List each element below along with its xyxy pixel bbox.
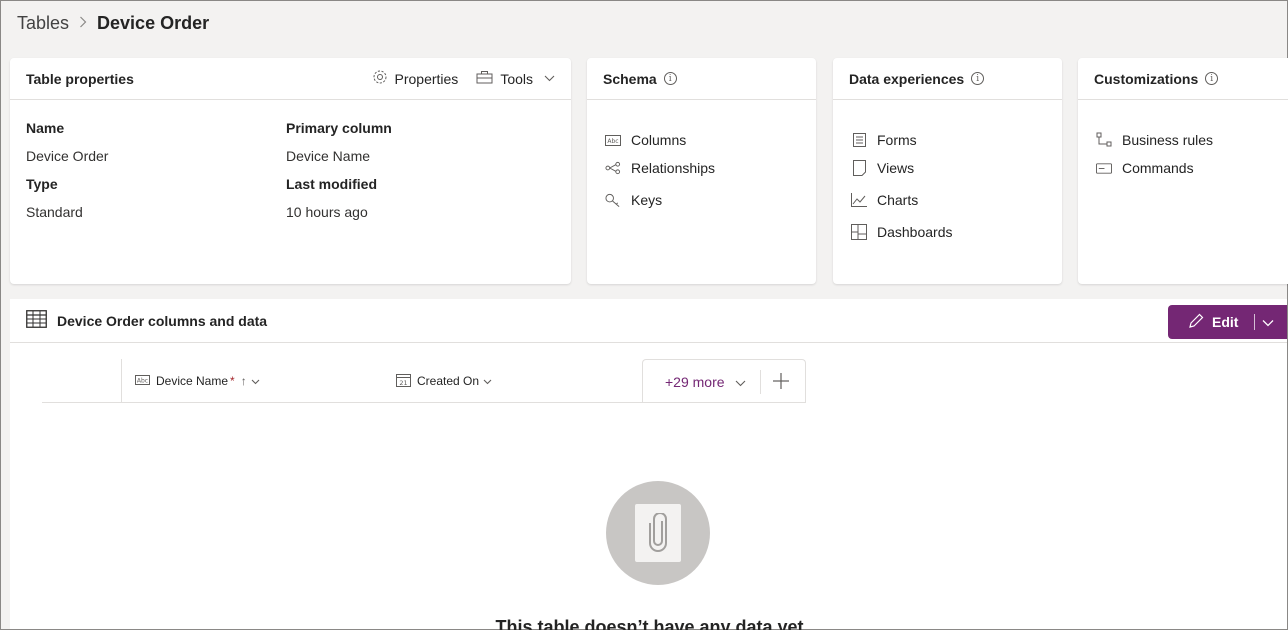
text-field-icon: Abc	[135, 374, 150, 388]
schema-item-keys[interactable]: Keys	[605, 180, 798, 220]
tools-button[interactable]: Tools	[476, 70, 555, 87]
view-icon	[851, 160, 867, 176]
dashboard-icon	[851, 224, 867, 240]
key-icon	[605, 193, 621, 208]
add-column-icon[interactable]	[772, 371, 789, 393]
properties-column-left: Name Device Order Type Standard	[26, 120, 108, 232]
properties-label: Properties	[394, 70, 459, 87]
column-header-label: Device Name	[156, 374, 229, 388]
schema-item-label: Columns	[631, 132, 687, 148]
chevron-right-icon	[79, 15, 87, 31]
commands-icon	[1096, 162, 1112, 174]
data-experiences-item-label: Dashboards	[877, 224, 953, 240]
name-value: Device Order	[26, 148, 109, 164]
edit-dropdown-chevron[interactable]	[1262, 315, 1274, 330]
tools-label: Tools	[500, 70, 533, 87]
data-experiences-item-label: Forms	[877, 132, 917, 148]
calendar-icon: 21	[396, 373, 411, 390]
empty-state-message: This table doesn’t have any data yet	[495, 617, 804, 630]
column-header-device-name[interactable]: Abc Device Name * ↑	[135, 359, 260, 403]
table-properties-card: Table properties Properties Tools Name D…	[10, 58, 571, 284]
edit-button-group: Edit	[1168, 305, 1287, 339]
data-experiences-item-dashboards[interactable]: Dashboards	[851, 212, 1044, 252]
columns-data-title: Device Order columns and data	[57, 312, 268, 329]
data-experiences-item-label: Charts	[877, 192, 919, 208]
schema-card: Schema i Abc Columns Relationships Keys	[587, 58, 816, 284]
table-icon	[26, 310, 47, 331]
data-experiences-card: Data experiences i Forms Views Charts Da…	[833, 58, 1062, 284]
more-columns-box: +29 more	[642, 359, 806, 403]
chart-icon	[851, 193, 867, 207]
customizations-card: Customizations i Business rules Commands	[1078, 58, 1288, 284]
table-properties-header: Table properties Properties Tools	[10, 58, 571, 100]
schema-title: Schema	[603, 70, 657, 87]
chevron-down-icon	[735, 374, 746, 390]
edit-button[interactable]: Edit	[1168, 313, 1238, 332]
last-modified-value: 10 hours ago	[286, 204, 368, 220]
customizations-title: Customizations	[1094, 70, 1199, 87]
paperclip-icon	[635, 504, 681, 562]
column-header-created-on[interactable]: 21 Created On	[396, 359, 492, 403]
chevron-down-icon	[483, 374, 492, 388]
grid-header: Abc Device Name * ↑ 21 Created On +29 mo…	[42, 359, 806, 403]
more-columns-button[interactable]: +29 more	[643, 374, 746, 390]
required-marker: *	[230, 374, 235, 388]
info-icon[interactable]: i	[663, 72, 677, 85]
breadcrumb-tables-link[interactable]: Tables	[17, 13, 69, 34]
more-divider	[759, 369, 761, 394]
type-value: Standard	[26, 204, 83, 220]
data-experiences-links: Forms Views Charts Dashboards	[833, 100, 1062, 252]
toolbox-icon	[476, 70, 493, 87]
info-icon[interactable]: i	[1205, 72, 1219, 85]
empty-state-illustration	[606, 481, 710, 585]
last-modified-label: Last modified	[286, 176, 378, 192]
table-properties-body: Name Device Order Type Standard Primary …	[10, 100, 571, 220]
schema-header: Schema i	[587, 58, 816, 100]
columns-icon: Abc	[605, 134, 621, 146]
pencil-icon	[1188, 313, 1204, 332]
edit-label: Edit	[1212, 314, 1239, 330]
primary-column-label: Primary column	[286, 120, 392, 136]
svg-text:Abc: Abc	[607, 138, 618, 145]
form-icon	[851, 133, 867, 147]
schema-item-label: Keys	[631, 192, 663, 208]
primary-column-value: Device Name	[286, 148, 371, 164]
data-experiences-header: Data experiences i	[833, 58, 1062, 100]
data-experiences-title: Data experiences	[849, 70, 965, 87]
table-properties-title: Table properties	[26, 70, 134, 87]
customizations-header: Customizations i	[1078, 58, 1288, 100]
column-header-label: Created On	[417, 374, 480, 388]
customizations-item-label: Commands	[1122, 160, 1194, 176]
svg-text:21: 21	[399, 379, 407, 387]
customizations-item-label: Business rules	[1122, 132, 1214, 148]
schema-links: Abc Columns Relationships Keys	[587, 100, 816, 220]
breadcrumb: Tables Device Order	[17, 11, 209, 35]
more-columns-label: +29 more	[665, 373, 725, 390]
schema-item-label: Relationships	[631, 160, 716, 176]
business-rules-icon	[1096, 132, 1112, 148]
edit-divider	[1254, 314, 1256, 330]
type-label: Type	[26, 176, 58, 192]
svg-text:Abc: Abc	[137, 377, 148, 384]
customizations-item-commands[interactable]: Commands	[1096, 148, 1272, 188]
gear-icon	[372, 69, 388, 88]
properties-column-right: Primary column Device Name Last modified…	[286, 120, 392, 232]
columns-data-panel: Device Order columns and data Edit Abc D…	[10, 299, 1287, 630]
info-icon[interactable]: i	[971, 72, 985, 85]
chevron-down-icon	[251, 374, 260, 388]
relationships-icon	[605, 161, 621, 175]
customizations-links: Business rules Commands	[1078, 100, 1288, 188]
name-label: Name	[26, 120, 65, 136]
properties-button[interactable]: Properties	[372, 69, 459, 88]
column-divider	[121, 359, 122, 403]
data-experiences-item-label: Views	[877, 160, 915, 176]
chevron-down-icon	[544, 73, 555, 85]
columns-data-header: Device Order columns and data	[10, 299, 1287, 343]
sort-ascending-icon: ↑	[240, 374, 247, 388]
breadcrumb-current: Device Order	[97, 12, 210, 33]
